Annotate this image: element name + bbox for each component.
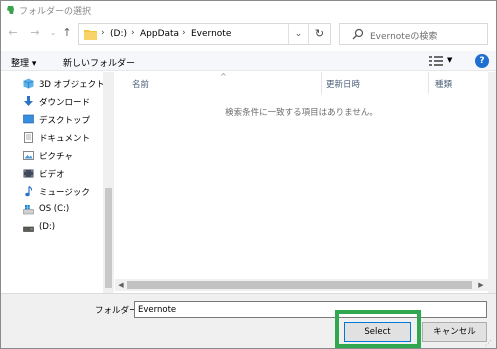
breadcrumb-separator: › bbox=[131, 28, 135, 38]
address-dropdown-icon[interactable]: ⌄ bbox=[288, 24, 308, 44]
resize-grip-icon[interactable]: ⋰ bbox=[485, 339, 494, 348]
navigation-pane: 3D オブジェクト ダウンロード デスクトップ ドキュメント ピクチャ ビデオ … bbox=[1, 72, 114, 293]
column-header-type[interactable]: 種類 bbox=[429, 72, 488, 94]
dialog-footer: フォルダー: Select キャンセル ⋰ bbox=[1, 293, 496, 348]
title-bar: フォルダーの選択 bbox=[1, 1, 496, 19]
up-arrow-icon[interactable]: ↑ bbox=[59, 25, 75, 41]
column-header-name[interactable]: 名前 ^ bbox=[115, 72, 322, 94]
sidebar-item-label: デスクトップ bbox=[39, 116, 91, 126]
command-toolbar: 整理 ▾ 新しいフォルダー ▼ ? bbox=[1, 51, 496, 71]
sidebar-item-label: ミュージック bbox=[39, 188, 90, 198]
sidebar-item-os-c[interactable]: OS (C:) bbox=[1, 201, 103, 218]
sidebar-item-pictures[interactable]: ピクチャ bbox=[1, 147, 103, 164]
cancel-button[interactable]: キャンセル bbox=[422, 322, 487, 342]
drive-icon bbox=[23, 226, 34, 232]
breadcrumb-separator: › bbox=[182, 28, 186, 38]
picture-icon bbox=[23, 151, 34, 160]
sidebar-item-videos[interactable]: ビデオ bbox=[1, 165, 103, 182]
scroll-right-icon[interactable]: ▶ bbox=[476, 280, 486, 290]
video-icon bbox=[23, 169, 34, 178]
search-placeholder: Evernoteの検索 bbox=[370, 32, 438, 42]
desktop-icon bbox=[23, 114, 34, 124]
sidebar-item-desktop[interactable]: デスクトップ bbox=[1, 111, 103, 128]
sidebar-item-downloads[interactable]: ダウンロード bbox=[1, 93, 103, 110]
sidebar-item-label: OS (C:) bbox=[39, 204, 70, 214]
sidebar-item-label: ピクチャ bbox=[39, 152, 73, 162]
sort-ascending-icon: ^ bbox=[220, 72, 227, 81]
breadcrumb-appdata[interactable]: AppData bbox=[140, 29, 179, 39]
sidebar-item-label: ドキュメント bbox=[39, 134, 91, 144]
view-dropdown-icon[interactable]: ▼ bbox=[447, 56, 452, 64]
organize-button[interactable]: 整理 ▾ bbox=[11, 56, 36, 69]
horizontal-scrollbar[interactable]: ◀ ▶ bbox=[115, 279, 488, 291]
file-list-pane: 名前 ^ 更新日時 種類 検索条件に一致する項目はありません。 ◀ ▶ bbox=[115, 72, 488, 293]
column-header-label: 名前 bbox=[132, 80, 150, 90]
column-header-modified[interactable]: 更新日時 bbox=[322, 72, 429, 94]
sidebar-item-drive-d[interactable]: (D:) bbox=[1, 219, 103, 236]
search-icon bbox=[352, 28, 364, 40]
new-folder-button[interactable]: 新しいフォルダー bbox=[63, 56, 135, 69]
breadcrumb-evernote[interactable]: Evernote bbox=[191, 29, 231, 39]
breadcrumb-separator: › bbox=[101, 28, 105, 38]
folder-name-field[interactable] bbox=[134, 301, 487, 318]
evernote-icon bbox=[7, 6, 14, 14]
empty-results-message: 検索条件に一致する項目はありません。 bbox=[225, 108, 378, 118]
forward-arrow-icon[interactable]: → bbox=[27, 25, 43, 41]
sidebar-item-documents[interactable]: ドキュメント bbox=[1, 129, 103, 146]
download-arrow-icon bbox=[24, 96, 33, 106]
sidebar-item-3d-objects[interactable]: 3D オブジェクト bbox=[1, 75, 105, 92]
cube-icon bbox=[23, 78, 34, 89]
address-bar[interactable]: › (D:) › AppData › Evernote ⌄ ↻ bbox=[78, 23, 331, 45]
window-title: フォルダーの選択 bbox=[19, 7, 92, 17]
sidebar-item-label: ダウンロード bbox=[39, 98, 91, 108]
document-icon bbox=[24, 132, 33, 143]
navigation-scrollbar[interactable] bbox=[103, 72, 114, 293]
folder-picker-dialog: フォルダーの選択 ← → ⌄ ↑ › (D:) › AppData › Ever… bbox=[0, 0, 497, 349]
folder-icon bbox=[84, 30, 97, 40]
windows-drive-icon bbox=[23, 205, 34, 215]
horizontal-scrollbar-thumb[interactable] bbox=[127, 281, 472, 289]
scroll-left-icon[interactable]: ◀ bbox=[116, 280, 126, 290]
vertical-scrollbar[interactable] bbox=[488, 72, 496, 293]
music-note-icon bbox=[25, 186, 33, 197]
navigation-scrollbar-thumb[interactable] bbox=[105, 188, 112, 288]
column-header-label: 更新日時 bbox=[326, 80, 361, 90]
breadcrumb-drive-d[interactable]: (D:) bbox=[110, 29, 127, 39]
sidebar-item-label: ビデオ bbox=[39, 170, 65, 180]
back-arrow-icon[interactable]: ← bbox=[5, 25, 21, 41]
sidebar-item-music[interactable]: ミュージック bbox=[1, 183, 103, 200]
column-header-label: 種類 bbox=[435, 80, 453, 90]
search-box[interactable]: Evernoteの検索 bbox=[339, 23, 488, 45]
select-button[interactable]: Select bbox=[344, 322, 411, 342]
help-icon[interactable]: ? bbox=[475, 54, 489, 68]
sidebar-item-label: (D:) bbox=[39, 222, 56, 232]
view-options-icon[interactable] bbox=[429, 55, 443, 67]
refresh-icon[interactable]: ↻ bbox=[308, 24, 330, 44]
sidebar-item-label: 3D オブジェクト bbox=[39, 80, 105, 90]
